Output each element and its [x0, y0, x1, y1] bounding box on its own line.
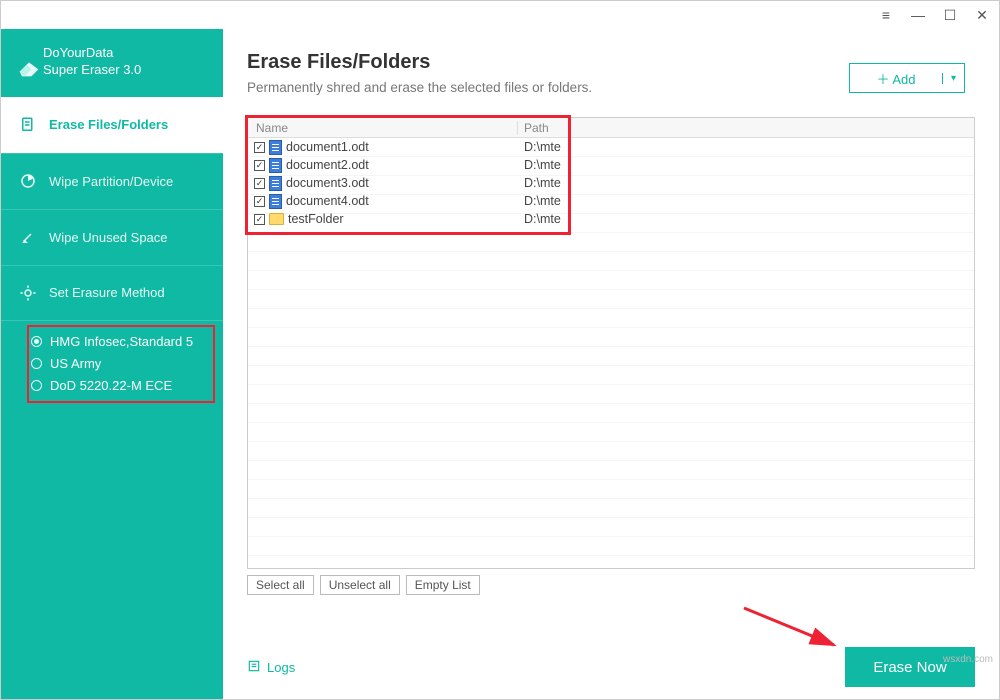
file-icon — [269, 176, 282, 191]
gear-icon — [19, 284, 37, 302]
table-row[interactable]: ✓ document1.odt D:\mte — [248, 138, 974, 156]
minimize-button[interactable]: — — [909, 6, 927, 24]
sidebar-item-label: Erase Files/Folders — [49, 117, 168, 132]
brand-product: Super Eraser 3.0 — [43, 62, 141, 79]
add-button[interactable]: ＋ Add ▾ — [849, 63, 965, 93]
logs-icon — [247, 659, 261, 676]
menu-icon[interactable]: ≡ — [877, 6, 895, 24]
method-option-usarmy[interactable]: US Army — [31, 353, 207, 375]
watermark: wsxdn.com — [943, 654, 993, 665]
checkbox-icon[interactable]: ✓ — [254, 178, 265, 189]
table-row[interactable]: ✓ testFolder D:\mte — [248, 210, 974, 228]
file-icon — [269, 194, 282, 209]
table-row[interactable]: ✓ document2.odt D:\mte — [248, 156, 974, 174]
maximize-button[interactable]: ☐ — [941, 6, 959, 24]
radio-unchecked-icon — [31, 358, 42, 369]
add-label: Add — [892, 72, 915, 87]
folder-icon — [269, 213, 284, 225]
file-path: D:\mte — [518, 140, 974, 154]
app-window: ≡ — ☐ ✕ DoYourData Super Eraser 3.0 Eras… — [0, 0, 1000, 700]
column-header-path[interactable]: Path — [518, 121, 974, 135]
logs-link[interactable]: Logs — [247, 659, 295, 676]
file-icon — [269, 140, 282, 155]
checkbox-icon[interactable]: ✓ — [254, 196, 265, 207]
sidebar-item-erase-files[interactable]: Erase Files/Folders — [1, 97, 223, 153]
titlebar: ≡ — ☐ ✕ — [1, 1, 999, 29]
file-path: D:\mte — [518, 158, 974, 172]
column-header-name[interactable]: Name — [248, 121, 518, 135]
file-name: document2.odt — [286, 158, 369, 172]
checkbox-icon[interactable]: ✓ — [254, 160, 265, 171]
unselect-all-button[interactable]: Unselect all — [320, 575, 400, 595]
checkbox-icon[interactable]: ✓ — [254, 142, 265, 153]
erase-now-button[interactable]: Erase Now — [845, 647, 975, 687]
method-label: US Army — [50, 356, 101, 371]
main-panel: Erase Files/Folders Permanently shred an… — [223, 29, 999, 699]
list-action-bar: Select all Unselect all Empty List — [247, 575, 975, 595]
close-button[interactable]: ✕ — [973, 6, 991, 24]
plus-icon: ＋ Add — [850, 69, 942, 88]
file-icon — [269, 158, 282, 173]
empty-list-button[interactable]: Empty List — [406, 575, 480, 595]
sidebar-item-label: Wipe Partition/Device — [49, 174, 173, 189]
erasure-methods-group: HMG Infosec,Standard 5 US Army DoD 5220.… — [27, 325, 215, 403]
table-row[interactable]: ✓ document3.odt D:\mte — [248, 174, 974, 192]
sidebar: DoYourData Super Eraser 3.0 Erase Files/… — [1, 29, 223, 699]
file-name: testFolder — [288, 212, 344, 226]
chevron-down-icon[interactable]: ▾ — [942, 73, 964, 84]
brand: DoYourData Super Eraser 3.0 — [1, 29, 223, 97]
select-all-button[interactable]: Select all — [247, 575, 314, 595]
pie-icon — [19, 172, 37, 190]
broom-icon — [19, 228, 37, 246]
file-path: D:\mte — [518, 176, 974, 190]
radio-checked-icon — [31, 336, 42, 347]
file-name: document3.odt — [286, 176, 369, 190]
logs-label: Logs — [267, 660, 295, 675]
method-label: DoD 5220.22-M ECE — [50, 378, 172, 393]
sidebar-item-label: Set Erasure Method — [49, 285, 165, 300]
table-row[interactable]: ✓ document4.odt D:\mte — [248, 192, 974, 210]
table-header: Name Path — [248, 118, 974, 138]
radio-unchecked-icon — [31, 380, 42, 391]
sidebar-item-wipe-partition[interactable]: Wipe Partition/Device — [1, 153, 223, 209]
document-icon — [19, 116, 37, 134]
file-name: document4.odt — [286, 194, 369, 208]
method-label: HMG Infosec,Standard 5 — [50, 334, 193, 349]
file-path: D:\mte — [518, 212, 974, 226]
file-table: Name Path ✓ document1.odt D:\mte ✓ document2… — [247, 117, 975, 569]
sidebar-item-wipe-unused[interactable]: Wipe Unused Space — [1, 209, 223, 265]
method-option-hmg[interactable]: HMG Infosec,Standard 5 — [31, 331, 207, 353]
eraser-icon — [15, 53, 33, 71]
file-path: D:\mte — [518, 194, 974, 208]
brand-name: DoYourData — [43, 45, 141, 62]
sidebar-item-set-method[interactable]: Set Erasure Method — [1, 265, 223, 321]
checkbox-icon[interactable]: ✓ — [254, 214, 265, 225]
table-body: ✓ document1.odt D:\mte ✓ document2.odt D:\mte… — [248, 138, 974, 568]
sidebar-item-label: Wipe Unused Space — [49, 230, 168, 245]
file-name: document1.odt — [286, 140, 369, 154]
method-option-dod[interactable]: DoD 5220.22-M ECE — [31, 375, 207, 397]
